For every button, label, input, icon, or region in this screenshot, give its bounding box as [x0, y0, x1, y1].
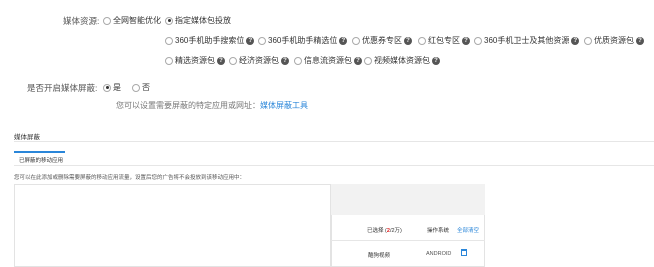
radio-selected-package[interactable]: 精选资源包 ? [165, 55, 225, 66]
section-description: 您可以在此添加或删除需要屏蔽的移动应用流量，设置后您的广告将不会投放到该移动应用… [14, 175, 246, 181]
selected-unit: /2万 [389, 228, 401, 234]
radio-label: 视频媒体资源包 [374, 56, 430, 65]
selected-count-label: 已选择 (2/2万) [367, 226, 402, 234]
radio-label: 全网智能优化 [113, 16, 161, 25]
row-divider [331, 240, 485, 241]
tab-active-indicator [14, 151, 65, 153]
media-block-hint: 您可以设置需要屏蔽的特定应用或网址：媒体屏蔽工具 [116, 100, 308, 111]
radio-circle-selected[interactable] [103, 83, 111, 92]
help-icon[interactable]: ? [281, 56, 289, 65]
help-icon[interactable]: ? [404, 36, 412, 45]
app-list-panel[interactable] [14, 184, 331, 267]
help-icon[interactable]: ? [339, 36, 348, 45]
radio-360-search[interactable]: 360手机助手搜索位 ? [165, 35, 255, 46]
col-os-header: 操作系统 [427, 228, 450, 234]
radio-redpacket-zone[interactable]: 红包专区 ? [418, 35, 470, 46]
help-icon[interactable]: ? [636, 36, 644, 45]
radio-label: 优惠券专区 [362, 36, 402, 45]
radio-full-network[interactable]: 全网智能优化 [103, 15, 161, 26]
radio-circle[interactable] [103, 16, 111, 25]
radio-circle-selected[interactable] [165, 16, 173, 25]
radio-circle[interactable] [229, 56, 237, 65]
radio-label: 优质资源包 [594, 36, 634, 45]
radio-feed-package[interactable]: 信息流资源包 ? [294, 55, 362, 66]
radio-label: 红包专区 [428, 36, 460, 45]
radio-circle[interactable] [418, 36, 426, 45]
radio-label: 信息流资源包 [304, 56, 352, 65]
tab-blocked-apps[interactable]: 已屏蔽的移动应用 [19, 156, 63, 164]
help-icon[interactable]: ? [217, 56, 225, 65]
tab-divider [14, 165, 654, 166]
selected-prefix: 已选择 ( [367, 228, 387, 234]
radio-specified-package[interactable]: 指定媒体包投放 [165, 15, 231, 26]
radio-label: 否 [142, 83, 150, 92]
media-block-label: 是否开启媒体屏蔽: [27, 83, 98, 93]
radio-label: 经济资源包 [239, 56, 279, 65]
help-icon[interactable]: ? [462, 36, 470, 45]
divider [14, 141, 654, 142]
help-icon[interactable]: ? [571, 36, 580, 45]
selected-panel-top [331, 184, 485, 215]
row-app-name: 酷狗视频 [368, 253, 391, 259]
radio-label: 360手机助手搜索位 [175, 36, 245, 45]
radio-label: 360手机助手精选位 [268, 36, 338, 45]
radio-circle[interactable] [132, 83, 140, 92]
radio-circle[interactable] [474, 36, 482, 45]
radio-circle[interactable] [165, 56, 173, 65]
hint-text: 您可以设置需要屏蔽的特定应用或网址： [116, 101, 260, 110]
radio-circle[interactable] [165, 36, 173, 45]
help-icon[interactable]: ? [354, 56, 362, 65]
radio-economy-package[interactable]: 经济资源包 ? [229, 55, 289, 66]
radio-label: 是 [113, 83, 121, 92]
media-block-tool-link[interactable]: 媒体屏蔽工具 [260, 101, 308, 110]
radio-video-package[interactable]: 视频媒体资源包 ? [364, 55, 440, 66]
radio-circle[interactable] [258, 36, 266, 45]
radio-circle[interactable] [364, 56, 372, 65]
trash-icon[interactable] [461, 249, 467, 256]
help-icon[interactable]: ? [246, 36, 255, 45]
radio-label: 精选资源包 [175, 56, 215, 65]
radio-label: 指定媒体包投放 [175, 16, 231, 25]
radio-circle[interactable] [294, 56, 302, 65]
row-os: ANDROID [426, 251, 452, 257]
radio-circle[interactable] [352, 36, 360, 45]
radio-360-featured[interactable]: 360手机助手精选位 ? [258, 35, 348, 46]
selected-suffix: ) [400, 228, 402, 234]
radio-label: 360手机卫士及其他资源 [484, 36, 570, 45]
radio-circle[interactable] [584, 36, 592, 45]
radio-premium-package[interactable]: 优质资源包 ? [584, 35, 644, 46]
radio-coupon-zone[interactable]: 优惠券专区 ? [352, 35, 412, 46]
help-icon[interactable]: ? [432, 56, 440, 65]
media-source-label: 媒体资源: [63, 16, 100, 26]
radio-block-yes[interactable]: 是 [103, 82, 121, 93]
selected-panel [331, 215, 485, 267]
clear-all-link[interactable]: 全部清空 [457, 226, 479, 234]
radio-block-no[interactable]: 否 [132, 82, 150, 93]
radio-360-guard[interactable]: 360手机卫士及其他资源 ? [474, 35, 580, 46]
section-title: 媒体屏蔽 [14, 134, 40, 141]
